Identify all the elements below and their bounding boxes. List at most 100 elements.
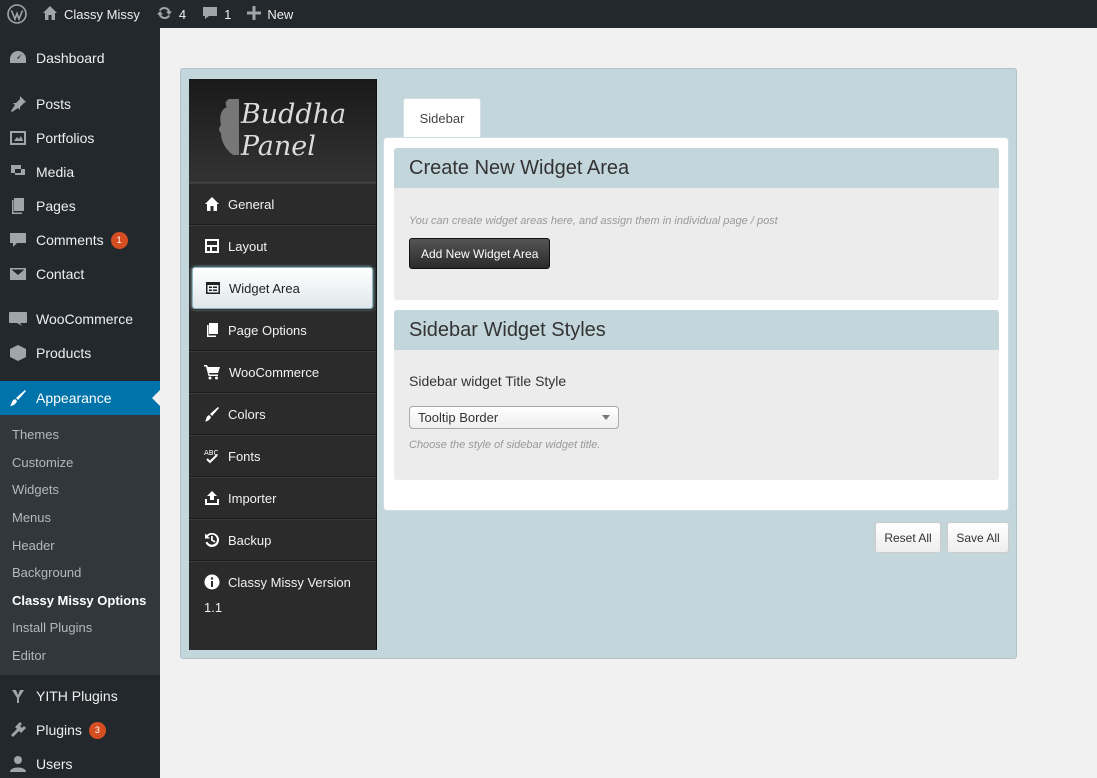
panel-nav-woocommerce[interactable]: WooCommerce <box>189 351 376 393</box>
comment-icon <box>202 5 218 24</box>
add-widget-area-button[interactable]: Add New Widget Area <box>409 238 551 269</box>
sidebar-widget-styles-section: Sidebar Widget Styles Sidebar widget Tit… <box>394 310 999 480</box>
updates-count: 4 <box>178 6 187 22</box>
submenu-item-theme-options[interactable]: Classy Missy Options <box>0 587 160 615</box>
panel-nav-label: Page Options <box>228 322 307 338</box>
menu-item-plugins[interactable]: Plugins 3 <box>0 713 160 747</box>
menu-label: YITH Plugins <box>36 688 118 705</box>
select-value: Tooltip Border <box>418 410 499 425</box>
layout-icon <box>205 239 219 253</box>
yith-icon <box>8 686 28 706</box>
home-icon <box>205 197 219 211</box>
panel-nav-label: General <box>228 196 275 212</box>
menu-item-comments[interactable]: Comments 1 <box>0 223 160 257</box>
new-content-link[interactable]: New <box>239 0 301 28</box>
admin-menu: Dashboard Posts Portfolios Media Pages C… <box>0 28 160 778</box>
media-icon <box>8 162 28 182</box>
panel-nav-label: Fonts <box>228 448 261 464</box>
panel-nav-page-options[interactable]: Page Options <box>189 309 376 351</box>
menu-label: Plugins <box>36 722 82 739</box>
menu-label: Media <box>36 164 75 180</box>
panel-nav-fonts[interactable]: ABC Fonts <box>189 435 376 477</box>
menu-item-pages[interactable]: Pages <box>0 189 160 223</box>
panel-nav-backup[interactable]: Backup <box>189 519 376 561</box>
panel-nav-general[interactable]: General <box>189 183 376 225</box>
panel-nav-layout[interactable]: Layout <box>189 225 376 267</box>
panel-nav-version: Classy Missy Version 1.1 <box>189 561 376 615</box>
comments-badge: 1 <box>110 231 128 249</box>
submenu-item-background[interactable]: Background <box>0 559 160 587</box>
menu-label: Products <box>36 345 92 361</box>
menu-item-portfolios[interactable]: Portfolios <box>0 121 160 155</box>
panel-nav-importer[interactable]: Importer <box>189 477 376 519</box>
menu-item-woocommerce[interactable]: WooCommerce <box>0 302 160 336</box>
wordpress-logo-icon[interactable] <box>0 0 34 28</box>
portfolio-icon <box>8 128 28 148</box>
reset-all-button[interactable]: Reset All <box>875 522 941 553</box>
create-widget-area-section: Create New Widget Area You can create wi… <box>394 148 999 300</box>
menu-label: Users <box>36 756 73 773</box>
panel-nav-label: Layout <box>228 238 268 254</box>
new-label: New <box>267 6 294 22</box>
menu-item-posts[interactable]: Posts <box>0 87 160 121</box>
dashboard-icon <box>8 48 28 68</box>
submenu-item-themes[interactable]: Themes <box>0 421 160 449</box>
panel-logo-text: Buddha Panel <box>241 99 346 163</box>
panel-nav-label: WooCommerce <box>229 364 320 380</box>
submenu-item-widgets[interactable]: Widgets <box>0 476 160 504</box>
menu-item-dashboard[interactable]: Dashboard <box>0 40 160 76</box>
save-all-button[interactable]: Save All <box>947 522 1009 553</box>
envelope-icon <box>8 264 28 284</box>
menu-item-yith[interactable]: YITH Plugins <box>0 679 160 713</box>
menu-label: Dashboard <box>36 50 105 66</box>
pushpin-icon <box>8 94 28 114</box>
panel-nav-colors[interactable]: Colors <box>189 393 376 435</box>
submenu-item-customize[interactable]: Customize <box>0 449 160 477</box>
section-title: Sidebar Widget Styles <box>394 310 999 350</box>
comments-link[interactable]: 1 <box>194 0 239 28</box>
section-title: Create New Widget Area <box>394 148 999 188</box>
title-style-label: Sidebar widget Title Style <box>409 373 567 389</box>
cart-icon <box>204 365 220 380</box>
pages-icon <box>207 323 218 337</box>
updates-link[interactable]: 4 <box>148 0 194 28</box>
users-icon <box>8 754 28 774</box>
menu-item-products[interactable]: Products <box>0 336 160 370</box>
version-label: Classy Missy Version <box>228 574 351 590</box>
menu-label: Posts <box>36 96 72 112</box>
home-icon <box>42 5 58 24</box>
logo-line-2: Panel <box>240 130 316 162</box>
paintbrush-icon <box>205 407 219 422</box>
submenu-item-header[interactable]: Header <box>0 531 160 559</box>
pages-icon <box>8 196 28 216</box>
menu-label: Appearance <box>36 390 112 406</box>
title-style-select[interactable]: Tooltip Border <box>409 406 619 429</box>
history-icon <box>205 532 220 547</box>
logo-line-1: Buddha <box>240 98 347 130</box>
menu-label: Pages <box>36 198 76 214</box>
admin-bar: Classy Missy 4 1 New <box>0 0 1097 28</box>
panel-sidebar: Buddha Panel General Layout Widget Area … <box>189 79 377 650</box>
box-icon <box>8 343 28 363</box>
site-name-link[interactable]: Classy Missy <box>34 0 148 28</box>
info-icon <box>204 574 220 590</box>
panel-nav-label: Backup <box>228 532 272 548</box>
menu-item-contact[interactable]: Contact <box>0 257 160 291</box>
buddha-icon <box>215 97 239 162</box>
submenu-item-install-plugins[interactable]: Install Plugins <box>0 614 160 642</box>
panel-nav-widget-area[interactable]: Widget Area <box>192 267 373 309</box>
menu-label: Portfolios <box>36 130 95 146</box>
menu-item-media[interactable]: Media <box>0 155 160 189</box>
tab-sidebar[interactable]: Sidebar <box>403 98 481 138</box>
submenu-item-menus[interactable]: Menus <box>0 504 160 532</box>
chevron-down-icon <box>602 415 610 420</box>
menu-item-users[interactable]: Users <box>0 747 160 778</box>
spellcheck-icon: ABC <box>204 449 218 464</box>
plugin-icon <box>8 720 28 740</box>
submenu-item-editor[interactable]: Editor <box>0 642 160 670</box>
create-widget-hint: You can create widget areas here, and as… <box>409 215 778 227</box>
woocommerce-icon <box>8 309 28 329</box>
panel-nav-label: Widget Area <box>229 280 300 296</box>
menu-item-appearance[interactable]: Appearance <box>0 381 160 415</box>
panel-logo: Buddha Panel <box>189 79 376 183</box>
